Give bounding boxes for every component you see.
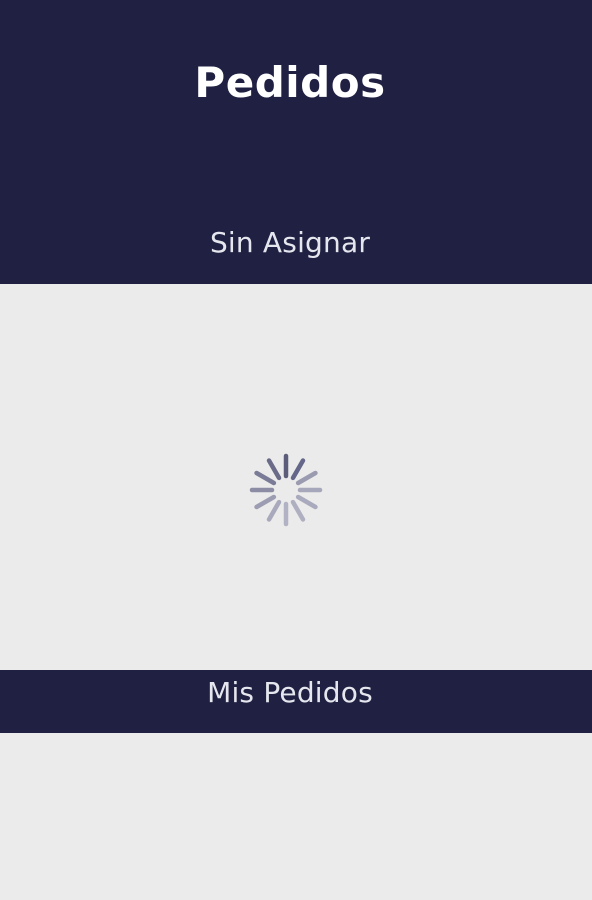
section-header-sin-asignar[interactable]: Sin Asignar (0, 226, 580, 259)
loading-spinner-icon (249, 453, 323, 527)
section-header-mis-pedidos[interactable]: Mis Pedidos (0, 676, 580, 709)
app-header: Pedidos Sin Asignar (0, 0, 592, 284)
page-title: Pedidos (194, 58, 386, 107)
my-orders-list (0, 733, 592, 900)
app-root: Pedidos Sin Asignar Mis Pedidos (0, 0, 592, 900)
